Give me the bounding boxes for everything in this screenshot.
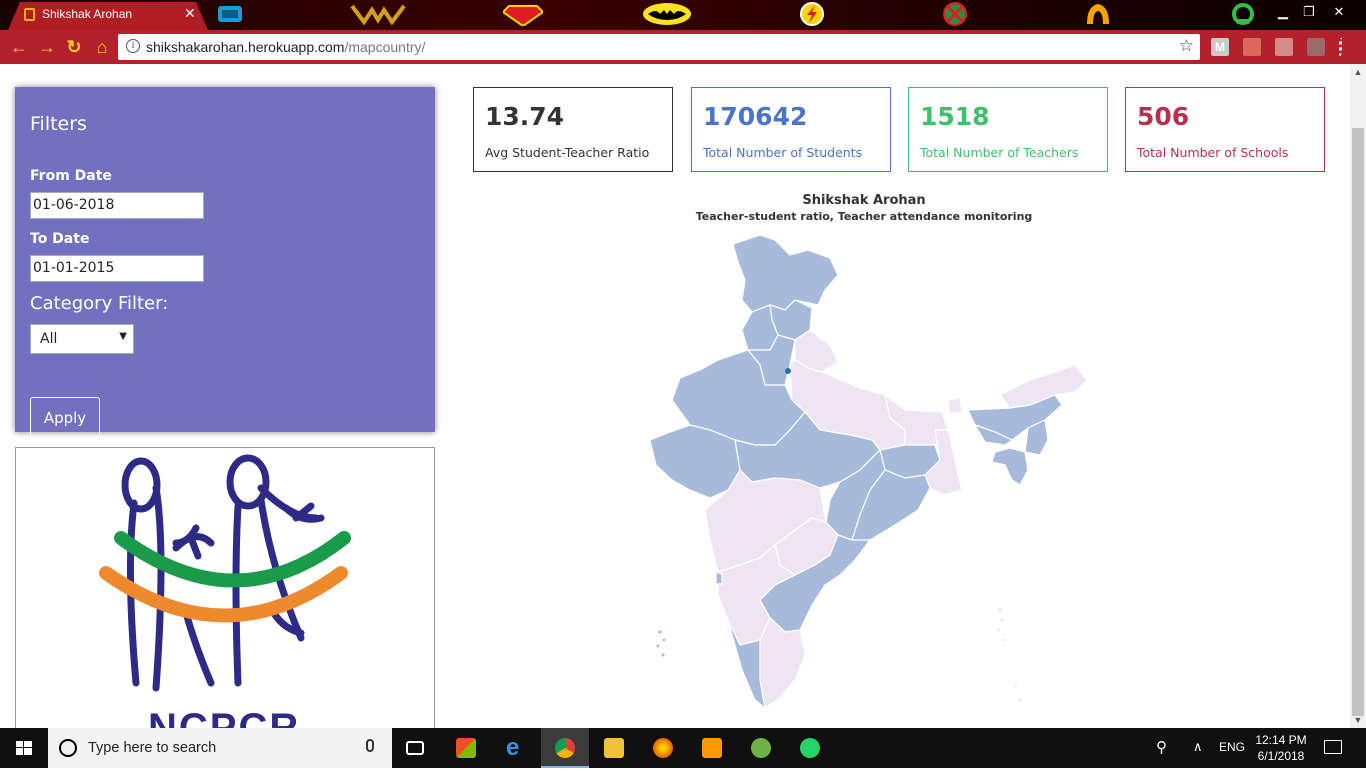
- flash-icon: [800, 2, 824, 26]
- tab-title[interactable]: Shikshak Arohan: [42, 7, 132, 21]
- extension-4-icon[interactable]: [1307, 38, 1325, 56]
- url-path: /mapcountry/: [344, 39, 426, 55]
- android-studio-icon[interactable]: [737, 728, 785, 768]
- store-app-icon[interactable]: [442, 728, 490, 768]
- stat-students-value: 170642: [703, 102, 808, 131]
- aquaman-icon: [1087, 4, 1109, 24]
- reload-icon[interactable]: ↻: [63, 36, 85, 58]
- category-select-value: All: [40, 331, 58, 347]
- map-marker-delhi[interactable]: [785, 368, 791, 374]
- address-url[interactable]: shikshakarohan.herokuapp.com/mapcountry/: [146, 39, 425, 55]
- to-date-label: To Date: [30, 231, 90, 247]
- category-filter-label: Category Filter:: [30, 293, 169, 314]
- superman-icon: [503, 5, 543, 26]
- whatsapp-app-icon[interactable]: [786, 728, 834, 768]
- logo-text: NCPCR: [148, 706, 301, 728]
- martian-icon: [943, 2, 967, 26]
- map-region-mizoram[interactable]: [991, 447, 1029, 486]
- firefox-app-icon[interactable]: [639, 728, 687, 768]
- close-window-button[interactable]: ✕: [1326, 2, 1352, 22]
- lantern-ring-icon: [1232, 3, 1254, 25]
- edge-app-icon[interactable]: e: [492, 728, 540, 768]
- stat-card-teachers: 1518 Total Number of Teachers: [908, 87, 1108, 172]
- url-host: shikshakarohan.herokuapp.com: [146, 39, 345, 55]
- map-subtitle: Teacher-student ratio, Teacher attendanc…: [695, 210, 1033, 223]
- clock-time: 12:14 PM: [1255, 733, 1307, 747]
- map-islands-lakshadweep: [656, 630, 666, 657]
- tab-close-icon[interactable]: ✕: [184, 5, 196, 22]
- extension-2-icon[interactable]: [1243, 38, 1261, 56]
- map-islands-andaman: [997, 608, 1022, 702]
- home-icon[interactable]: ⌂: [91, 36, 113, 58]
- page-content: Filters From Date 01-06-2018 To Date 01-…: [0, 64, 1350, 728]
- forward-icon[interactable]: →: [36, 36, 58, 58]
- stat-schools-label: Total Number of Schools: [1137, 145, 1289, 160]
- map-region-goa[interactable]: [715, 571, 723, 585]
- site-info-icon[interactable]: i: [126, 39, 140, 53]
- restore-button[interactable]: ❐: [1296, 2, 1322, 22]
- stat-card-ratio: 13.74 Avg Student-Teacher Ratio: [473, 87, 673, 172]
- category-select[interactable]: All ▼: [30, 324, 134, 354]
- microphone-icon[interactable]: [366, 739, 374, 752]
- from-date-label: From Date: [30, 168, 112, 184]
- stat-teachers-value: 1518: [920, 102, 990, 131]
- extension-pdf-icon[interactable]: [1275, 38, 1293, 56]
- clock-date: 6/1/2018: [1257, 749, 1305, 763]
- stat-schools-value: 506: [1137, 102, 1190, 131]
- extension-m-icon[interactable]: M: [1211, 38, 1229, 56]
- chrome-app-icon[interactable]: [541, 728, 589, 768]
- language-indicator[interactable]: ENG: [1219, 740, 1245, 754]
- ncpcr-logo: NCPCR: [15, 447, 435, 728]
- india-map[interactable]: [640, 229, 1100, 728]
- start-button[interactable]: [0, 728, 48, 768]
- taskbar-search[interactable]: Type here to search: [48, 728, 392, 768]
- wonder-woman-icon: [350, 4, 406, 26]
- dropdown-arrow-icon: ▼: [119, 331, 127, 342]
- scroll-up-icon[interactable]: ▲: [1350, 64, 1366, 80]
- stat-card-schools: 506 Total Number of Schools: [1125, 87, 1325, 172]
- people-icon[interactable]: ⚲: [1156, 738, 1167, 756]
- map-title: Shikshak Arohan: [802, 193, 926, 208]
- address-bar[interactable]: i shikshakarohan.herokuapp.com/mapcountr…: [118, 34, 1200, 60]
- filters-title: Filters: [30, 113, 87, 135]
- search-placeholder: Type here to search: [88, 740, 217, 756]
- sublime-app-icon[interactable]: [688, 728, 736, 768]
- stat-students-label: Total Number of Students: [703, 145, 863, 160]
- back-icon[interactable]: ←: [8, 36, 30, 58]
- clock[interactable]: 12:14 PM 6/1/2018: [1252, 732, 1310, 764]
- bookmark-star-icon[interactable]: ☆: [1179, 36, 1194, 56]
- filters-panel: Filters From Date 01-06-2018 To Date 01-…: [15, 87, 435, 440]
- stat-ratio-value: 13.74: [485, 102, 565, 131]
- stat-card-students: 170642 Total Number of Students: [691, 87, 891, 172]
- stat-ratio-label: Avg Student-Teacher Ratio: [485, 145, 650, 160]
- to-date-input[interactable]: 01-01-2015: [30, 255, 204, 282]
- map-region-sikkim[interactable]: [947, 397, 963, 415]
- scroll-down-icon[interactable]: ▼: [1350, 712, 1366, 728]
- windows-taskbar: Type here to search e ⚲ ∧ ENG 12:14 PM 6…: [0, 728, 1366, 768]
- map-region-tn[interactable]: [759, 616, 806, 710]
- tray-overflow-icon[interactable]: ∧: [1193, 739, 1203, 755]
- scroll-thumb[interactable]: [1352, 128, 1364, 716]
- tab-favicon-icon: [24, 8, 35, 21]
- logo-figures-icon: [99, 454, 351, 692]
- minimize-button[interactable]: ▁: [1270, 2, 1296, 22]
- from-date-input[interactable]: 01-06-2018: [30, 192, 204, 219]
- apply-button[interactable]: Apply: [30, 397, 100, 440]
- batman-icon: [643, 3, 691, 25]
- action-center-icon[interactable]: [1324, 740, 1342, 754]
- page-scrollbar[interactable]: ▲ ▼: [1350, 64, 1366, 728]
- task-view-button[interactable]: [392, 728, 440, 768]
- stat-teachers-label: Total Number of Teachers: [920, 145, 1079, 160]
- map-region-jk[interactable]: [732, 234, 839, 313]
- file-explorer-icon[interactable]: [590, 728, 638, 768]
- windows-logo-icon: [16, 741, 32, 755]
- green-lantern-icon: [218, 6, 242, 22]
- cortana-icon: [59, 739, 77, 757]
- browser-tab-strip: Shikshak Arohan ✕ ▁ ❐ ✕: [0, 0, 1366, 30]
- menu-icon[interactable]: [1339, 38, 1345, 56]
